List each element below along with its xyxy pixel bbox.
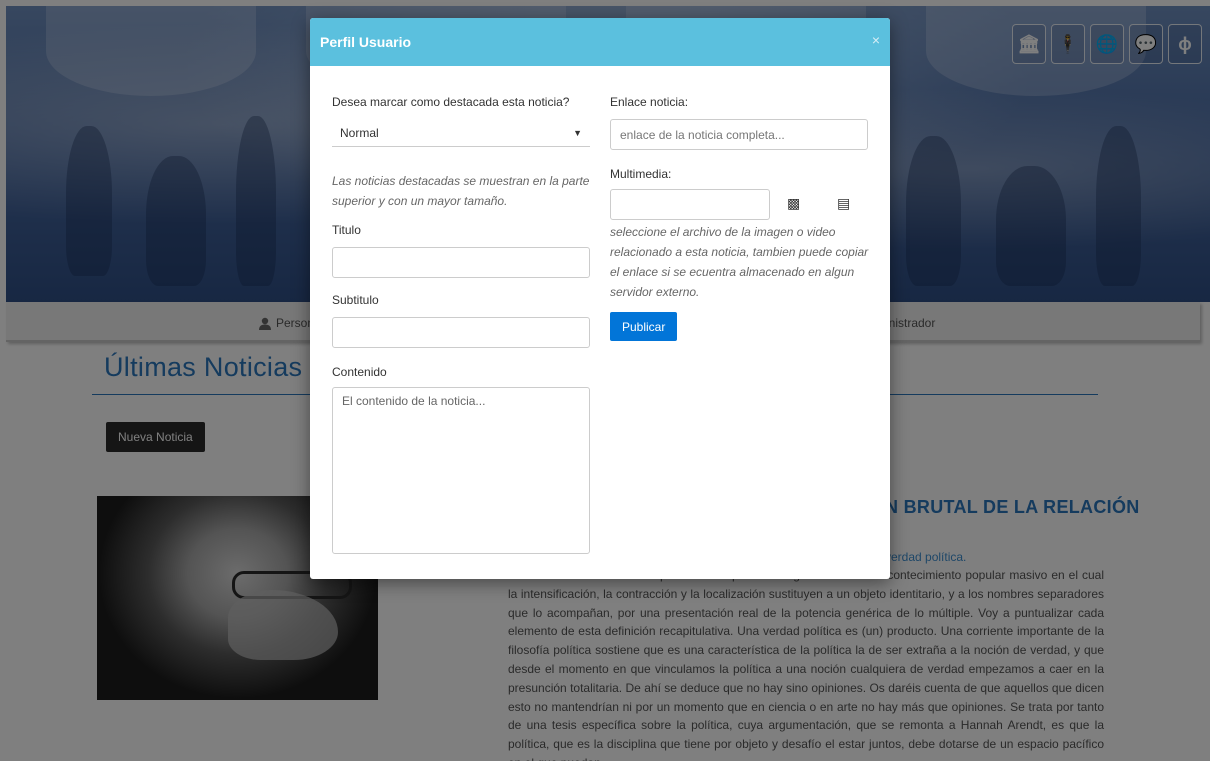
featured-label: Desea marcar como destacada esta noticia… bbox=[332, 95, 570, 109]
image-icon[interactable]: ▩ bbox=[787, 195, 800, 212]
featured-help-text: Las noticias destacadas se muestran en l… bbox=[332, 174, 590, 208]
link-input[interactable] bbox=[610, 119, 868, 150]
modal-title: Perfil Usuario bbox=[320, 34, 412, 50]
link-label: Enlace noticia: bbox=[610, 95, 689, 109]
title-input[interactable] bbox=[332, 247, 590, 278]
media-help-text: seleccione el archivo de la imagen o vid… bbox=[610, 225, 869, 299]
modal-header: Perfil Usuario × bbox=[310, 18, 890, 66]
news-modal: Perfil Usuario × Desea marcar como desta… bbox=[310, 18, 890, 579]
featured-select-value: Normal bbox=[340, 125, 379, 140]
publish-button[interactable]: Publicar bbox=[610, 312, 678, 341]
subtitle-input[interactable] bbox=[332, 317, 590, 348]
film-icon[interactable]: ▤ bbox=[837, 195, 850, 212]
content-textarea[interactable] bbox=[332, 387, 590, 554]
content-label: Contenido bbox=[332, 365, 387, 379]
subtitle-label: Subtitulo bbox=[332, 293, 379, 307]
title-label: Titulo bbox=[332, 223, 361, 237]
featured-select[interactable]: Normal ▼ bbox=[332, 119, 590, 147]
close-icon[interactable]: × bbox=[872, 32, 880, 48]
caret-down-icon: ▼ bbox=[573, 127, 582, 138]
media-label: Multimedia: bbox=[610, 167, 672, 181]
media-input[interactable] bbox=[610, 189, 770, 220]
